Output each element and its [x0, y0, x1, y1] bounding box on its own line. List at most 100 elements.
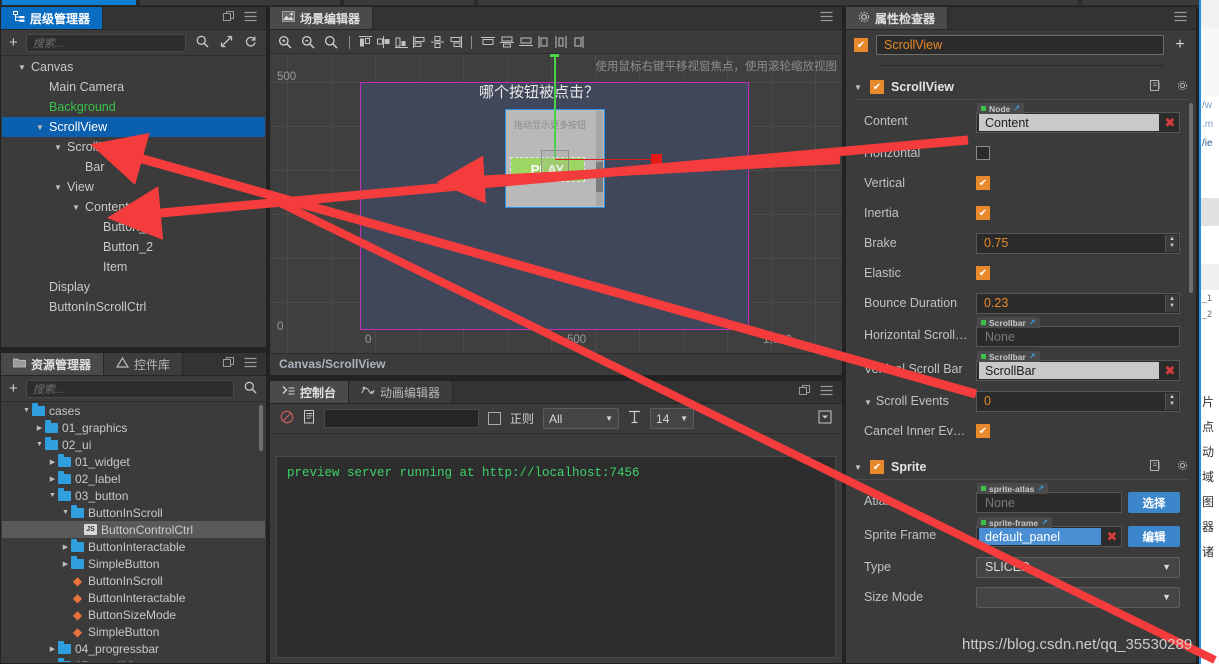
stepper-down-icon[interactable]: ▼: [1169, 303, 1175, 311]
distribute-center-icon[interactable]: [554, 35, 568, 49]
copy-icon[interactable]: [303, 410, 315, 427]
menu-icon[interactable]: [244, 11, 257, 25]
component-enabled-checkbox[interactable]: [870, 460, 884, 474]
distribute-top-icon[interactable]: [480, 35, 496, 49]
asset-item-03-button[interactable]: ▼ 03_button: [2, 487, 265, 504]
align-center-h-icon[interactable]: [376, 35, 391, 49]
hierarchy-node-item[interactable]: Item: [2, 257, 265, 277]
hierarchy-tree[interactable]: ▼ Canvas Main Camera Background ▼ ScrollView ▼…: [2, 57, 265, 346]
tab-inspector[interactable]: 属性检查器: [846, 7, 949, 29]
menu-icon[interactable]: [820, 11, 833, 25]
float-icon[interactable]: [223, 11, 234, 25]
float-icon[interactable]: [223, 357, 234, 371]
external-link-icon[interactable]: ↗: [1029, 352, 1036, 361]
asset-item-02-label[interactable]: ▶ 02_label: [2, 470, 265, 487]
hierarchy-node-scrollbar[interactable]: ▼ ScrollBar: [2, 137, 265, 157]
stepper-down-icon[interactable]: ▼: [1169, 243, 1175, 251]
browser-window-sliver[interactable]: /w .m/ie _1 _2 片点动域图器诸: [1199, 0, 1219, 664]
hierarchy-node-content[interactable]: ▼ Content: [2, 197, 265, 217]
asset-item-01-graphics[interactable]: ▶ 01_graphics: [2, 419, 265, 436]
window-tab-3[interactable]: [478, 0, 1078, 5]
disclosure-triangle-icon[interactable]: ▼: [854, 83, 863, 92]
hierarchy-node-main-camera[interactable]: Main Camera: [2, 77, 265, 97]
log-level-select[interactable]: All ▼: [543, 408, 620, 429]
disclosure-triangle-icon[interactable]: ▼: [70, 203, 82, 212]
tab-animation-editor[interactable]: 动画编辑器: [349, 381, 454, 403]
property-action-button-sprite-frame[interactable]: 编辑: [1128, 526, 1180, 547]
property-checkbox-vertical[interactable]: [976, 176, 990, 190]
hierarchy-node-buttoninscrollctrl[interactable]: ButtonInScrollCtrl: [2, 297, 265, 317]
hierarchy-node-button-1[interactable]: Button_1: [2, 217, 265, 237]
zoom-out-icon[interactable]: [298, 35, 318, 49]
component-enabled-checkbox[interactable]: [870, 80, 884, 94]
disclosure-triangle-icon[interactable]: ▶: [47, 475, 58, 483]
stepper-up-icon[interactable]: ▲: [1169, 296, 1175, 304]
asset-item-buttoninscroll[interactable]: ◆ ButtonInScroll: [2, 572, 265, 589]
hierarchy-search-input[interactable]: 搜索...: [25, 33, 186, 52]
clear-reference-icon[interactable]: ✖: [1161, 115, 1179, 131]
asset-item-buttonsizemode[interactable]: ◆ ButtonSizeMode: [2, 606, 265, 623]
property-checkbox-elastic[interactable]: [976, 266, 990, 280]
window-tab-4[interactable]: [1082, 0, 1202, 5]
disclosure-triangle-icon[interactable]: ▼: [16, 63, 28, 72]
disclosure-triangle-icon[interactable]: ▼: [854, 463, 863, 472]
disclosure-triangle-icon[interactable]: ▶: [34, 424, 45, 432]
distribute-bottom-icon[interactable]: [518, 35, 534, 49]
property-object-field-vertical-scroll-bar[interactable]: ScrollBar ✖ Scrollbar ↗: [976, 351, 1180, 381]
collapse-icon[interactable]: [818, 410, 832, 427]
font-size-icon[interactable]: [628, 410, 641, 427]
property-number-input-brake[interactable]: 0.75 ▲ ▼: [976, 232, 1180, 254]
help-icon[interactable]: [1150, 460, 1162, 474]
property-dropdown-size-mode[interactable]: ▼: [976, 586, 1180, 608]
asset-item-04-progressbar[interactable]: ▶ 04_progressbar: [2, 640, 265, 657]
disclosure-triangle-icon[interactable]: ▶: [47, 662, 58, 663]
help-icon[interactable]: [1150, 80, 1162, 94]
search-icon[interactable]: [194, 35, 210, 51]
stepper-up-icon[interactable]: ▲: [1169, 236, 1175, 244]
tab-scene-editor[interactable]: 场景编辑器: [270, 7, 374, 29]
disclosure-triangle-icon[interactable]: ▶: [47, 458, 58, 466]
distribute-middle-icon[interactable]: [499, 35, 515, 49]
property-number-input-scroll-events[interactable]: 0 ▲ ▼: [976, 390, 1180, 412]
font-size-select[interactable]: 14 ▼: [650, 408, 695, 429]
node-enabled-checkbox[interactable]: [854, 38, 868, 52]
scene-toolbar[interactable]: [271, 31, 841, 54]
hierarchy-node-canvas[interactable]: ▼ Canvas: [2, 57, 265, 77]
property-object-field-sprite-frame[interactable]: default_panel ✖ sprite-frame ↗: [976, 517, 1122, 547]
window-tab-1[interactable]: [140, 0, 340, 5]
refresh-icon[interactable]: [242, 35, 258, 51]
window-tab-0[interactable]: [2, 0, 136, 5]
add-asset-button[interactable]: +: [9, 381, 18, 396]
disclosure-triangle-icon[interactable]: ▼: [34, 441, 45, 448]
search-icon[interactable]: [242, 381, 258, 397]
align-left-icon[interactable]: [358, 35, 373, 49]
disclosure-triangle-icon[interactable]: ▶: [47, 645, 58, 653]
tab-console[interactable]: 控制台: [270, 381, 350, 403]
component-header-scrollview[interactable]: ▼ ScrollView: [846, 75, 1196, 99]
float-icon[interactable]: [799, 385, 810, 399]
menu-icon[interactable]: [820, 385, 833, 399]
hierarchy-node-view[interactable]: ▼ View: [2, 177, 265, 197]
external-link-icon[interactable]: ↗: [1013, 104, 1020, 113]
menu-icon[interactable]: [244, 357, 257, 371]
property-number-input-bounce-duration[interactable]: 0.23 ▲ ▼: [976, 292, 1180, 314]
hierarchy-node-background[interactable]: Background: [2, 97, 265, 117]
zoom-in-icon[interactable]: [321, 35, 341, 49]
node-name-input[interactable]: ScrollView: [876, 35, 1164, 55]
hierarchy-node-scrollview[interactable]: ▼ ScrollView: [2, 117, 265, 137]
distribute-right-icon[interactable]: [571, 35, 585, 49]
gizmo-x-handle[interactable]: [651, 154, 662, 165]
property-action-button-atlas[interactable]: 选择: [1128, 492, 1180, 513]
add-node-button[interactable]: +: [9, 35, 18, 50]
property-dropdown-type[interactable]: SLICED ▼: [976, 556, 1180, 578]
stepper-down-icon[interactable]: ▼: [1169, 401, 1175, 409]
external-link-icon[interactable]: ↗: [1041, 518, 1048, 527]
disclosure-triangle-icon[interactable]: ▼: [34, 123, 46, 132]
gear-icon[interactable]: [1177, 460, 1188, 474]
tab-hierarchy[interactable]: 层级管理器: [1, 7, 104, 29]
clear-icon[interactable]: [280, 410, 294, 427]
asset-item-cases[interactable]: ▼ cases: [2, 402, 265, 419]
expand-icon[interactable]: [218, 35, 234, 51]
window-tab-2[interactable]: [344, 0, 474, 5]
asset-item-simplebutton[interactable]: ◆ SimpleButton: [2, 623, 265, 640]
